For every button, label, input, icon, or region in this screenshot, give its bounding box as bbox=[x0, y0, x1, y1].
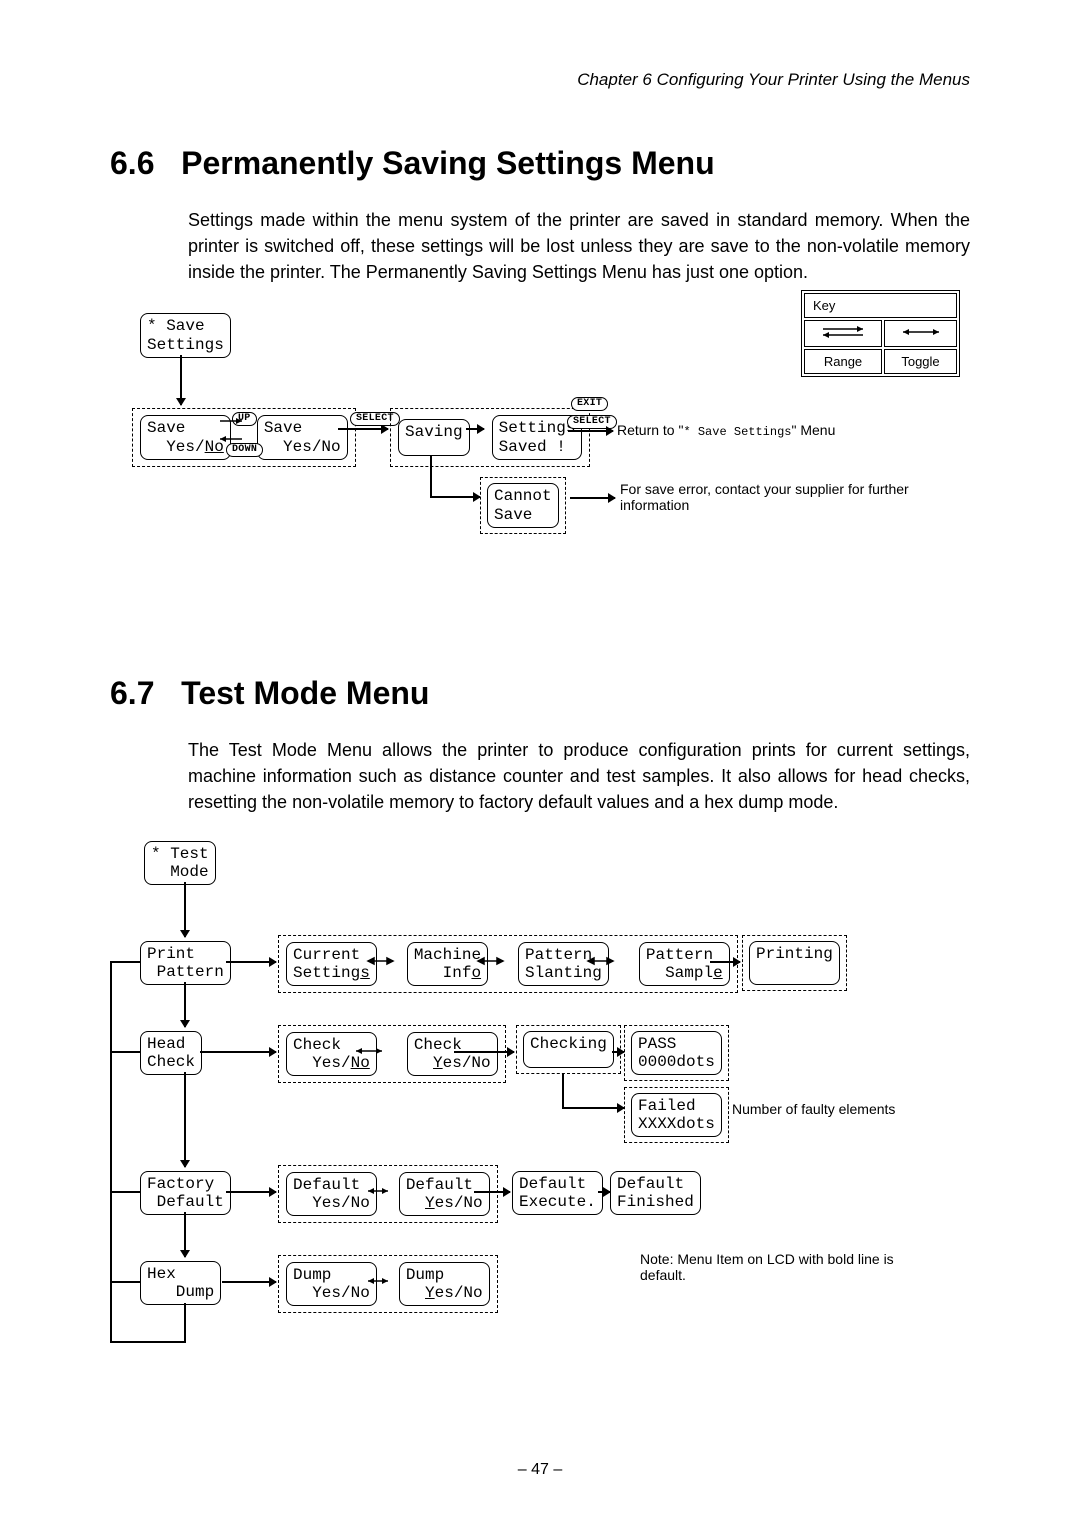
group-pass: PASS 0000dots bbox=[624, 1025, 729, 1082]
return-note: Return to "* Save Settings" Menu bbox=[617, 422, 835, 439]
node-save-yesno-2: Save Yes/No bbox=[257, 415, 348, 460]
node-head-check: Head Check bbox=[140, 1031, 202, 1076]
node-default-yesno-2: Default Yes/No bbox=[399, 1172, 490, 1217]
section-6-6-heading: 6.6 Permanently Saving Settings Menu bbox=[110, 145, 970, 182]
node-saving: Saving bbox=[398, 419, 470, 456]
node-default-finished: Default Finished bbox=[610, 1171, 701, 1216]
legend-range: Range bbox=[804, 349, 882, 374]
group-printing: Printing bbox=[742, 935, 847, 992]
diagram-save-settings: Key bbox=[110, 295, 970, 615]
node-failed: Failed XXXXdots bbox=[631, 1093, 722, 1138]
legend-key: Key bbox=[801, 290, 960, 377]
page-header: Chapter 6 Configuring Your Printer Using… bbox=[110, 70, 970, 90]
node-factory-default: Factory Default bbox=[140, 1171, 231, 1216]
pill-exit: EXIT bbox=[571, 397, 608, 411]
group-failed: Failed XXXXdots bbox=[624, 1087, 729, 1144]
group-checking: Checking bbox=[516, 1025, 621, 1074]
section-title: Permanently Saving Settings Menu bbox=[181, 145, 714, 181]
node-checking: Checking bbox=[523, 1031, 614, 1068]
section-6-7-heading: 6.7 Test Mode Menu bbox=[110, 675, 970, 712]
node-test-mode: * Test Mode bbox=[144, 841, 216, 886]
node-dump-yesno-1: Dump Yes/No bbox=[286, 1262, 377, 1307]
node-pass: PASS 0000dots bbox=[631, 1031, 722, 1076]
legend-toggle: Toggle bbox=[884, 349, 957, 374]
legend-title: Key bbox=[804, 293, 957, 318]
node-hex-dump: Hex Dump bbox=[140, 1261, 221, 1306]
section-title-2: Test Mode Menu bbox=[181, 675, 429, 711]
node-save-settings-start: * Save Settings bbox=[140, 313, 231, 358]
page-number: – 47 – bbox=[110, 1461, 970, 1479]
diagram-test-mode: * Test Mode Print Pattern CurrentCurrent… bbox=[110, 841, 970, 1401]
node-printing: Printing bbox=[749, 941, 840, 986]
group-cannot-save: Cannot Save bbox=[480, 477, 566, 534]
node-print-pattern: Print Pattern bbox=[140, 941, 231, 986]
failed-note: Number of faulty elements bbox=[732, 1101, 895, 1117]
default-note: Note: Menu Item on LCD with bold line is… bbox=[640, 1251, 900, 1283]
node-dump-yesno-2: Dump Yes/No bbox=[399, 1262, 490, 1307]
group-saving: Saving Settings Saved ! bbox=[390, 408, 590, 467]
section-6-7-paragraph: The Test Mode Menu allows the printer to… bbox=[188, 737, 970, 815]
node-default-execute: Default Execute. bbox=[512, 1171, 603, 1216]
cannot-save-note: For save error, contact your supplier fo… bbox=[620, 481, 910, 513]
section-number: 6.6 bbox=[110, 145, 154, 181]
section-6-6-paragraph: Settings made within the menu system of … bbox=[188, 207, 970, 285]
section-number-2: 6.7 bbox=[110, 675, 154, 711]
node-default-yesno-1: Default Yes/No bbox=[286, 1172, 377, 1217]
node-check-yesno-2: Check Yes/No bbox=[407, 1032, 498, 1077]
node-cannot-save: Cannot Save bbox=[487, 483, 559, 528]
